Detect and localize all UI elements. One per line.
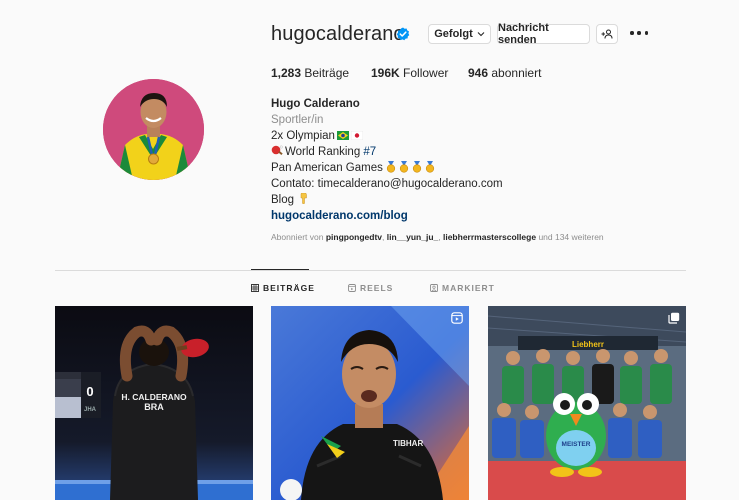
followed-by-suffix: und 134 weiteren <box>538 232 604 242</box>
website-link[interactable]: hugocalderano.com/blog <box>271 208 651 224</box>
bio-line-blog: Blog <box>271 192 651 208</box>
followed-by[interactable]: Abonniert von pingpongedtv, lin__yun_ju_… <box>271 232 604 242</box>
full-name: Hugo Calderano <box>271 98 360 110</box>
verified-badge-icon <box>396 27 410 41</box>
jersey-name: H. CALDERANO <box>121 392 187 402</box>
jersey-country: BRA <box>144 402 164 412</box>
scoreboard-score: 0 <box>86 384 93 399</box>
tab-tagged-label: MARKIERT <box>442 283 495 293</box>
more-options-icon[interactable] <box>630 26 648 40</box>
gold-medal-icon <box>399 161 408 173</box>
username: hugocalderano <box>271 23 405 45</box>
scoreboard-code: JHA <box>84 407 97 413</box>
japan-flag-icon <box>350 131 363 140</box>
tab-reels-label: REELS <box>360 283 394 293</box>
tab-posts[interactable]: BEITRÄGE <box>251 283 315 293</box>
suggested-accounts-button[interactable] <box>596 24 618 44</box>
posts-count: 1,283 <box>271 66 302 80</box>
post-tile[interactable]: 0 JHA H. CALDERANO BRA <box>55 306 253 500</box>
category: Sportler/in <box>271 114 324 126</box>
gold-medal-icon <box>425 161 434 173</box>
shirt-brand: TIBHAR <box>393 439 423 448</box>
bio-line-pan-american: Pan American Games <box>271 160 651 176</box>
add-person-icon <box>601 29 613 39</box>
posts-stat: 1,283 Beiträge <box>271 66 349 80</box>
posts-label: Beiträge <box>304 66 350 80</box>
gold-medal-icon <box>412 161 421 173</box>
tab-posts-label: BEITRÄGE <box>263 283 315 293</box>
followers-count: 196K <box>371 66 400 80</box>
following-stat[interactable]: 946 abonniert <box>468 66 541 80</box>
table-tennis-icon <box>271 145 283 156</box>
pointing-down-icon <box>300 193 307 204</box>
followers-stat[interactable]: 196K Follower <box>371 66 448 80</box>
tab-reels[interactable]: REELS <box>348 283 393 293</box>
followed-by-prefix: Abonniert von <box>271 232 324 242</box>
following-button[interactable]: Gefolgt <box>428 24 491 44</box>
followed-by-user[interactable]: lin__yun_ju_ <box>387 232 439 242</box>
carousel-badge-icon <box>668 312 680 324</box>
tabs-divider <box>55 270 686 271</box>
following-button-label: Gefolgt <box>434 28 473 40</box>
active-tab-indicator <box>251 269 309 270</box>
gold-medal-icon <box>386 161 395 173</box>
send-message-button[interactable]: Nachricht senden <box>497 22 590 46</box>
ranking-hashtag[interactable]: #7 <box>363 146 376 158</box>
scoreboard: 0 JHA <box>55 372 101 418</box>
bio-line-ranking: World Ranking #7 <box>271 144 651 160</box>
reels-icon <box>348 284 356 292</box>
followed-by-user[interactable]: liebherrmasterscollege <box>443 232 536 242</box>
bio-line-olympian: 2x Olympian <box>271 128 651 144</box>
chevron-down-icon <box>477 32 485 37</box>
tagged-icon <box>430 284 438 292</box>
post-tile[interactable]: TIBHAR <box>271 306 469 500</box>
grid-icon <box>251 284 259 292</box>
followed-by-user[interactable]: pingpongedtv <box>326 232 382 242</box>
avatar[interactable] <box>103 79 204 180</box>
bio-line-contact: Contato: timecalderano@hugocalderano.com <box>271 178 503 190</box>
mascot-text: MEISTER <box>562 441 591 448</box>
following-label: abonniert <box>491 66 542 80</box>
tab-tagged[interactable]: MARKIERT <box>430 283 495 293</box>
following-count: 946 <box>468 66 489 80</box>
send-message-label: Nachricht senden <box>498 22 549 46</box>
bio: Hugo Calderano Sportler/in 2x Olympian W… <box>271 96 651 224</box>
brazil-flag-icon <box>336 131 349 140</box>
banner-text: Liebherr <box>572 340 604 349</box>
reels-badge-icon <box>451 312 463 324</box>
followers-label: Follower <box>403 66 449 80</box>
post-tile[interactable]: Liebherr MEISTER <box>488 306 686 500</box>
